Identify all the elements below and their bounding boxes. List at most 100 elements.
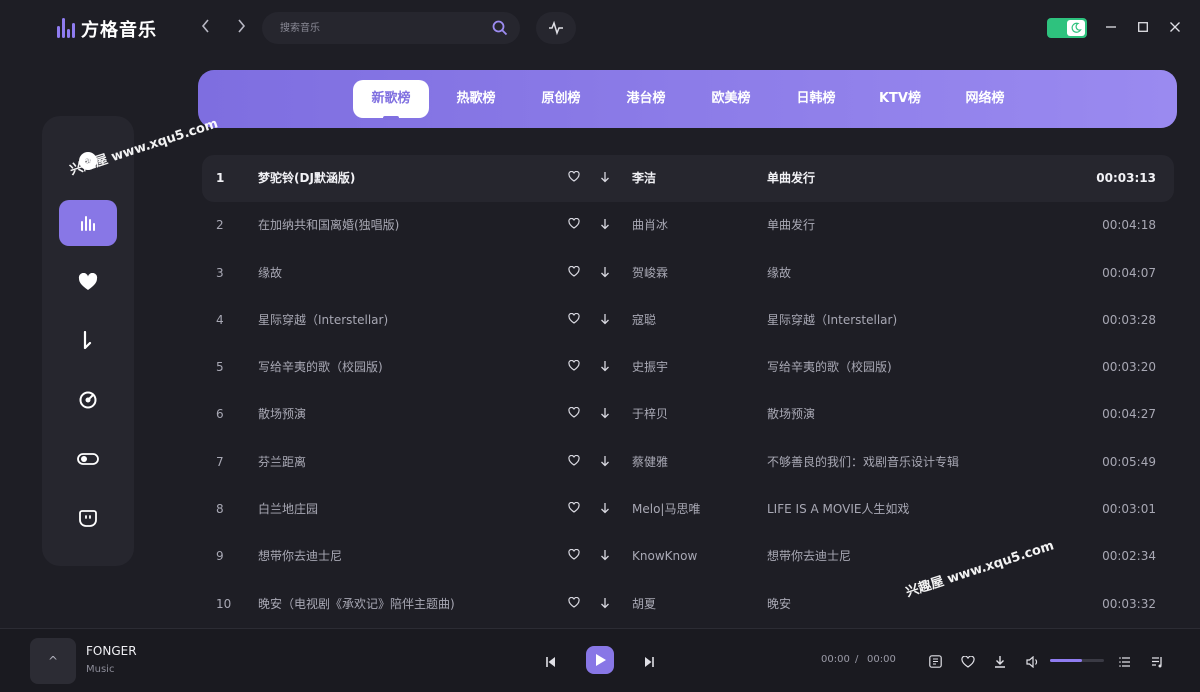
track-artist: Music [86, 664, 115, 675]
tab-hk-tw[interactable]: 港台榜 [616, 80, 676, 118]
like-heart-icon[interactable] [568, 454, 580, 466]
download-arrow-icon[interactable] [600, 360, 610, 372]
pulse-icon [549, 20, 563, 36]
back-arrow-icon[interactable] [198, 18, 214, 38]
song-artist[interactable]: KnowKnow [632, 533, 752, 579]
queue-icon[interactable] [1151, 653, 1164, 672]
sidebar-item-charts[interactable] [59, 200, 117, 246]
song-artist[interactable]: 李洁 [632, 155, 752, 201]
song-title[interactable]: 在加纳共和国离婚(独唱版) [258, 202, 558, 248]
tab-original[interactable]: 原创榜 [531, 80, 591, 118]
song-album[interactable]: 缘故 [767, 250, 1067, 296]
table-row[interactable]: 7 芬兰距离 蔡健雅 不够善良的我们：戏剧音乐设计专辑 00:05:49 [202, 439, 1174, 486]
table-row[interactable]: 4 星际穿越（Interstellar) 寇聪 星际穿越（Interstellar) 0… [202, 297, 1174, 344]
volume-slider[interactable] [1050, 659, 1104, 662]
rank-tabs-bar: 新歌榜 热歌榜 原创榜 港台榜 欧美榜 日韩榜 KTV榜 网络榜 [198, 70, 1177, 128]
song-title[interactable]: 写给辛夷的歌（校园版) [258, 344, 558, 390]
table-row[interactable]: 2 在加纳共和国离婚(独唱版) 曲肖冰 单曲发行 00:04:18 [202, 202, 1174, 249]
tab-new-songs[interactable]: 新歌榜 [353, 80, 429, 120]
like-heart-icon[interactable] [568, 312, 580, 324]
tab-hot-songs[interactable]: 热歌榜 [446, 80, 506, 118]
song-duration: 00:03:32 [1102, 596, 1156, 611]
song-title[interactable]: 星际穿越（Interstellar) [258, 297, 558, 343]
favorite-icon[interactable] [961, 653, 975, 672]
download-arrow-icon[interactable] [600, 313, 610, 325]
song-artist[interactable]: 史振宇 [632, 344, 752, 390]
song-title[interactable]: 散场预演 [258, 391, 558, 437]
tab-network[interactable]: 网络榜 [955, 80, 1015, 118]
volume-icon[interactable] [1026, 653, 1039, 672]
close-icon[interactable] [1167, 18, 1183, 38]
like-heart-icon[interactable] [568, 218, 580, 230]
like-heart-icon[interactable] [568, 265, 580, 277]
previous-icon[interactable] [545, 653, 557, 672]
playlist-icon[interactable] [1119, 653, 1131, 672]
album-cover[interactable]: ^ [30, 638, 76, 684]
song-artist[interactable]: 寇聪 [632, 297, 752, 343]
sidebar-item-favorites[interactable] [59, 259, 117, 305]
next-icon[interactable] [643, 653, 655, 672]
sidebar-item-radar[interactable] [59, 377, 117, 423]
lyrics-icon[interactable] [929, 653, 942, 672]
download-arrow-icon[interactable] [600, 266, 610, 278]
download-icon[interactable] [994, 653, 1006, 672]
song-artist[interactable]: 胡夏 [632, 581, 752, 627]
download-arrow-icon[interactable] [600, 455, 610, 467]
download-arrow-icon[interactable] [600, 502, 610, 514]
song-artist[interactable]: 蔡健雅 [632, 439, 752, 485]
song-rank: 5 [216, 360, 224, 375]
like-heart-icon[interactable] [568, 407, 580, 419]
like-heart-icon[interactable] [568, 501, 580, 513]
sidebar-item-music[interactable] [59, 318, 117, 364]
search-input[interactable] [280, 20, 480, 36]
song-album[interactable]: 星际穿越（Interstellar) [767, 297, 1067, 343]
song-artist[interactable]: 贺峻霖 [632, 250, 752, 296]
song-album[interactable]: LIFE IS A MOVIE人生如戏 [767, 486, 1067, 532]
song-title[interactable]: 缘故 [258, 250, 558, 296]
tab-jp-kr[interactable]: 日韩榜 [786, 80, 846, 118]
download-arrow-icon[interactable] [600, 171, 610, 183]
audio-wave-button[interactable] [536, 12, 576, 44]
maximize-icon[interactable] [1135, 18, 1151, 38]
song-album[interactable]: 不够善良的我们：戏剧音乐设计专辑 [767, 439, 1067, 485]
search-icon[interactable] [492, 20, 508, 36]
song-album[interactable]: 散场预演 [767, 391, 1067, 437]
song-title[interactable]: 白兰地庄园 [258, 486, 558, 532]
play-button[interactable] [586, 646, 614, 674]
download-arrow-icon[interactable] [600, 218, 610, 230]
table-row[interactable]: 8 白兰地庄园 Melo|马思唯 LIFE IS A MOVIE人生如戏 00:03:0… [202, 486, 1174, 533]
song-artist[interactable]: 于梓贝 [632, 391, 752, 437]
like-heart-icon[interactable] [568, 360, 580, 371]
song-title[interactable]: 晚安（电视剧《承欢记》陪伴主题曲) [258, 581, 558, 627]
like-heart-icon[interactable] [568, 596, 580, 608]
song-duration: 00:03:01 [1102, 502, 1156, 517]
tab-ktv[interactable]: KTV榜 [870, 80, 930, 118]
song-album[interactable]: 单曲发行 [767, 155, 1067, 201]
download-arrow-icon[interactable] [600, 407, 610, 419]
like-heart-icon[interactable] [568, 170, 580, 182]
download-arrow-icon[interactable] [600, 597, 610, 609]
sidebar-item-about[interactable] [59, 495, 117, 541]
song-album[interactable]: 单曲发行 [767, 202, 1067, 248]
forward-arrow-icon[interactable] [233, 18, 249, 38]
theme-toggle[interactable] [1047, 18, 1087, 38]
table-row[interactable]: 1 梦驼铃(DJ默涵版) 李洁 单曲发行 00:03:13 [202, 155, 1174, 203]
download-arrow-icon[interactable] [600, 549, 610, 561]
song-title[interactable]: 想带你去迪士尼 [258, 533, 558, 579]
song-title[interactable]: 芬兰距离 [258, 439, 558, 485]
sidebar-item-settings[interactable] [59, 436, 117, 482]
like-heart-icon[interactable] [568, 549, 580, 561]
table-row[interactable]: 3 缘故 贺峻霖 缘故 00:04:07 [202, 250, 1174, 297]
song-title[interactable]: 梦驼铃(DJ默涵版) [258, 155, 558, 201]
table-row[interactable]: 10 晚安（电视剧《承欢记》陪伴主题曲) 胡夏 晚安 00:03:32 [202, 581, 1174, 628]
app-logo[interactable]: 方格音乐 [57, 16, 157, 42]
song-artist[interactable]: 曲肖冰 [632, 202, 752, 248]
song-album[interactable]: 写给辛夷的歌（校园版) [767, 344, 1067, 390]
tab-western[interactable]: 欧美榜 [701, 80, 761, 118]
app-name: 方格音乐 [81, 20, 157, 41]
song-artist[interactable]: Melo|马思唯 [632, 486, 752, 532]
table-row[interactable]: 6 散场预演 于梓贝 散场预演 00:04:27 [202, 391, 1174, 438]
minimize-icon[interactable] [1103, 18, 1119, 38]
theme-knob [1067, 20, 1085, 36]
table-row[interactable]: 5 写给辛夷的歌（校园版) 史振宇 写给辛夷的歌（校园版) 00:03:20 [202, 344, 1174, 391]
